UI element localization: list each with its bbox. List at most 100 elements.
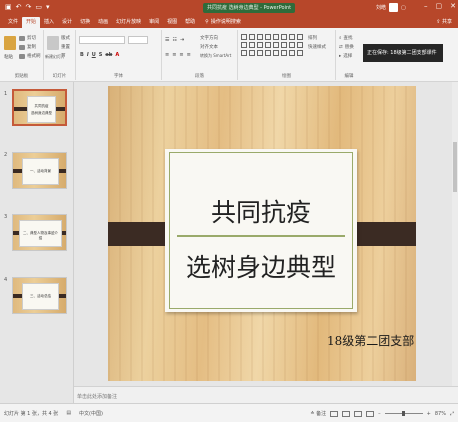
cut-button[interactable]: 剪切 (19, 35, 36, 41)
copy-button[interactable]: 复制 (19, 44, 36, 50)
maximize-icon[interactable]: ▢ (436, 2, 443, 10)
slide-title-line2[interactable]: 选树身边典型 (165, 248, 357, 284)
language[interactable]: 中文(中国) (79, 410, 103, 417)
slide-number: 1 (4, 91, 8, 97)
notes-button[interactable]: ≙ 备注 (310, 410, 326, 417)
zoom-level[interactable]: 87% (435, 411, 446, 417)
justify-icon[interactable]: ≡ (187, 52, 191, 58)
slide-title-line1[interactable]: 共同抗疫 (165, 193, 357, 229)
title-divider (177, 235, 345, 237)
paste-button[interactable] (4, 36, 16, 50)
new-slide-button[interactable] (47, 36, 59, 50)
text-direction-button[interactable]: 文字方向 (200, 35, 218, 41)
tab-design[interactable]: 设计 (58, 17, 76, 28)
fit-slide-icon[interactable]: ⤢ (450, 411, 454, 417)
slideshow-icon[interactable] (366, 410, 375, 417)
align-right-icon[interactable]: ≡ (179, 52, 183, 58)
scissors-icon (19, 35, 25, 41)
tab-transitions[interactable]: 切换 (76, 17, 94, 28)
customize-icon[interactable]: ▾ (46, 4, 50, 11)
find-icon: ⌕ (339, 36, 342, 41)
start-icon[interactable]: ▭ (35, 4, 42, 11)
thumb-card: 一、活动背景 (22, 158, 59, 185)
tab-help[interactable]: 帮助 (181, 17, 199, 28)
tab-file[interactable]: 文件 (4, 17, 22, 28)
align-text-button[interactable]: 对齐文本 (200, 44, 218, 50)
notes-pane[interactable]: 单击此处添加备注 (74, 386, 458, 403)
bullets-icon[interactable]: ☰ (165, 37, 169, 43)
bold-icon[interactable]: B (80, 52, 84, 58)
format-painter-label: 格式刷 (27, 54, 41, 59)
share-button[interactable]: ⇪ 共享 (436, 18, 452, 25)
slide-subtitle[interactable]: 18级第二团支部 (327, 332, 414, 349)
numbering-icon[interactable]: ☷ (172, 37, 176, 43)
replace-icon: ⇄ (339, 44, 343, 50)
undo-icon[interactable]: ↶ (16, 4, 22, 11)
quick-access-toolbar: ▣ ↶ ↷ ▭ ▾ (0, 4, 50, 11)
tab-review[interactable]: 审阅 (145, 17, 163, 28)
strike-icon[interactable]: ab (105, 52, 112, 58)
shapes-gallery[interactable] (241, 34, 303, 56)
text-direction-label: 文字方向 (200, 36, 218, 41)
vertical-scrollbar[interactable] (452, 82, 458, 403)
zoom-out-icon[interactable]: – (378, 411, 381, 417)
zoom-slider[interactable] (384, 411, 423, 416)
tab-insert[interactable]: 插入 (40, 17, 58, 28)
tab-view[interactable]: 视图 (163, 17, 181, 28)
font-size-dropdown[interactable] (128, 36, 148, 44)
slide-thumbnail[interactable]: 共同抗疫 选树身边典型 (12, 89, 67, 126)
tab-home[interactable]: 开始 (22, 17, 41, 28)
align-left-icon[interactable]: ≡ (165, 52, 169, 58)
zoom-slider-thumb[interactable] (401, 411, 405, 416)
tab-animations[interactable]: 动画 (94, 17, 112, 28)
layout-button[interactable]: 版式 (61, 35, 70, 41)
replace-label: 替换 (344, 45, 354, 50)
paste-label: 粘贴 (4, 55, 13, 60)
slide-sorter-icon[interactable] (342, 410, 351, 417)
reset-label: 重置 (61, 45, 70, 50)
section-button[interactable]: 节 (61, 53, 66, 59)
dark-band-left (108, 222, 166, 246)
zoom-in-icon[interactable]: + (427, 411, 431, 417)
redo-icon[interactable]: ↷ (26, 4, 32, 11)
title-card-border (169, 152, 353, 309)
slide-number: 2 (4, 152, 8, 158)
arrange-label: 排列 (308, 36, 317, 41)
format-painter-button[interactable]: 格式刷 (19, 53, 41, 59)
italic-icon[interactable]: I (87, 52, 89, 58)
find-label: 查找 (343, 36, 353, 41)
thumb-line: 共同抗疫 (34, 104, 49, 108)
tab-slideshow[interactable]: 幻灯片放映 (112, 17, 145, 28)
shadow-icon[interactable]: S (99, 52, 103, 58)
copy-label: 复制 (27, 45, 36, 50)
minimize-icon[interactable]: – (424, 2, 428, 10)
ribbon-display-icon[interactable]: ▢ (401, 5, 406, 11)
normal-view-icon[interactable] (330, 410, 339, 417)
slide-thumbnail[interactable]: 三、活动总结 (12, 277, 67, 314)
proofing-icon[interactable]: ▤ (66, 410, 71, 417)
replace-button[interactable]: ⇄ 替换 (339, 44, 354, 51)
indent-icon[interactable]: ⇥ (180, 37, 184, 43)
window-controls: – ▢ ✕ (424, 2, 456, 10)
tell-me-search[interactable]: ⚲ 操作说明搜索 (205, 17, 241, 28)
close-icon[interactable]: ✕ (450, 2, 456, 10)
main-slide-canvas[interactable]: 共同抗疫 选树身边典型 18级第二团支部 (108, 86, 416, 381)
slide-thumbnail[interactable]: 二、典型人物及事迹介绍 (12, 214, 67, 251)
lightbulb-icon: ⚲ (205, 19, 209, 25)
align-center-icon[interactable]: ≡ (172, 52, 176, 58)
font-name-dropdown[interactable] (79, 36, 125, 44)
arrange-button[interactable]: 排列 (308, 35, 317, 41)
reset-button[interactable]: 重置 (61, 44, 70, 50)
select-button[interactable]: ▸ 选择 (339, 53, 352, 60)
quick-styles-button[interactable]: 快速样式 (308, 44, 326, 50)
font-color-icon[interactable]: A (115, 52, 119, 58)
save-icon[interactable]: ▣ (5, 4, 12, 11)
underline-icon[interactable]: U (92, 52, 96, 58)
user-account[interactable]: 刘皓 ▢ (376, 3, 406, 12)
reading-view-icon[interactable] (354, 410, 363, 417)
group-drawing: 排列 快速样式 绘图 (238, 30, 336, 80)
smartart-button[interactable]: 转换为 SmartArt (200, 53, 231, 59)
slide-thumbnail[interactable]: 一、活动背景 (12, 152, 67, 189)
notes-placeholder: 单击此处添加备注 (77, 394, 118, 400)
find-button[interactable]: ⌕ 查找 (339, 35, 353, 41)
